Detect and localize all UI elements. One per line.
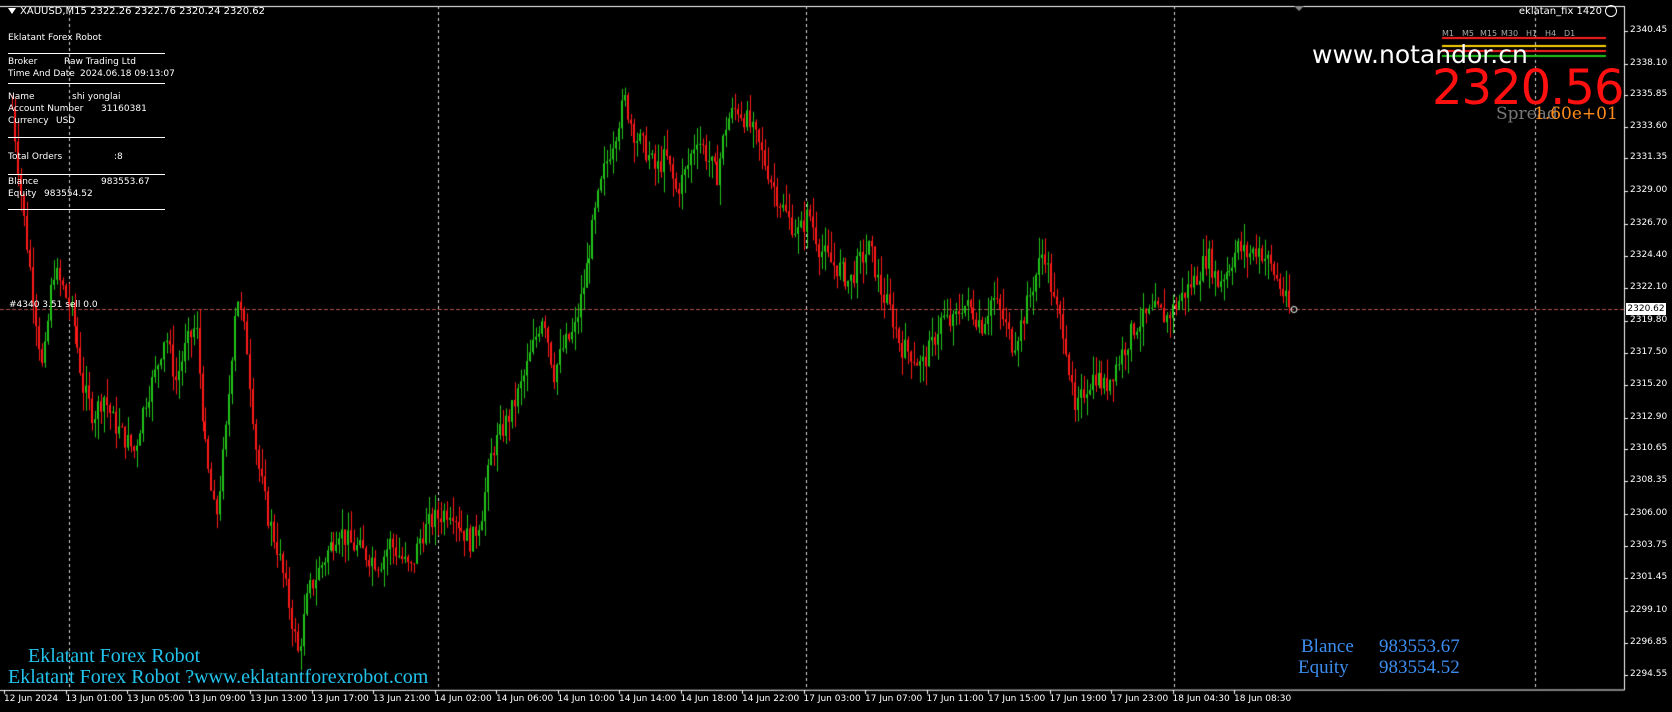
x-tick-label: 13 Jun 17:00 [311,694,369,704]
currency-label: Currency [8,116,49,126]
x-tick-label: 14 Jun 22:00 [742,694,800,704]
current-price-tag: 2320.62 [1626,303,1666,316]
tf-label: M30 [1501,29,1519,38]
account-label: Account Number [8,104,84,114]
x-tick-label: 14 Jun 14:00 [619,694,677,704]
x-tick-label: 14 Jun 18:00 [680,694,738,704]
x-tick-label: 12 Jun 2024 [4,694,59,704]
candlestick-chart-canvas[interactable] [0,0,1672,712]
bottom-equity-label: Equity [1298,657,1349,678]
balance-value: 983553.67 [101,177,150,187]
tf-label: M5 [1462,29,1474,38]
y-tick-label: 2326.70 [1630,217,1668,228]
x-tick-label: 18 Jun 04:30 [1172,694,1230,704]
name-value: shi yonglai [72,92,121,102]
balance-label: Blance [8,177,39,187]
x-tick-label: 13 Jun 21:00 [373,694,431,704]
expert-name: eklatan_fix 1420 [1518,6,1602,17]
time-value: 2024.06.18 09:13:07 [80,69,175,79]
panel-divider [8,209,165,210]
x-tick-label: 18 Jun 08:30 [1234,694,1292,704]
x-tick-label: 13 Jun 01:00 [65,694,123,704]
y-tick-label: 2315.20 [1630,379,1668,390]
panel-divider [8,174,165,175]
y-tick-label: 2294.55 [1630,669,1668,680]
panel-title: Eklatant Forex Robot [8,33,102,43]
tf-label: H4 [1545,29,1557,38]
x-tick-label: 17 Jun 11:00 [926,694,984,704]
y-tick-label: 2301.45 [1630,572,1668,583]
account-value: 31160381 [101,104,147,114]
y-tick-label: 2333.60 [1630,120,1668,131]
panel-divider [8,137,165,138]
panel-divider [8,83,165,84]
brand-title: Eklatant Forex Robot [28,645,201,667]
bottom-balance-value: 983553.67 [1379,636,1460,657]
name-label: Name [8,92,35,102]
bottom-balance-label: Blance [1301,636,1354,657]
y-tick-label: 2335.85 [1630,89,1668,100]
y-tick-label: 2296.85 [1630,636,1668,647]
x-tick-label: 14 Jun 02:00 [434,694,492,704]
current-price: 2320.62 [1627,304,1665,315]
broker-value: Raw Trading Ltd [64,57,136,67]
y-tick-label: 2303.75 [1630,540,1668,551]
expert-advisor-label[interactable]: eklatan_fix 1420 [1519,5,1617,17]
y-tick-label: 2322.10 [1630,282,1668,293]
x-tick-label: 13 Jun 05:00 [127,694,185,704]
x-tick-label: 14 Jun 10:00 [557,694,615,704]
tf-label: D1 [1564,29,1576,38]
broker-label: Broker [8,57,38,67]
panel-divider [8,53,165,54]
orders-label: Total Orders [8,152,63,162]
x-tick-label: 17 Jun 15:00 [988,694,1046,704]
bottom-equity-value: 983554.52 [1379,657,1460,678]
tf-label: M1 [1442,29,1454,38]
y-tick-label: 2317.50 [1630,346,1668,357]
equity-label: Equity [8,189,37,199]
y-tick-label: 2329.00 [1630,185,1668,196]
y-tick-label: 2340.45 [1630,24,1668,35]
x-tick-label: 17 Jun 07:00 [865,694,923,704]
y-tick-label: 2312.90 [1630,411,1668,422]
symbol-header: XAUUSD,M15 2322.26 2322.76 2320.24 2320.… [8,6,265,17]
y-tick-label: 2324.40 [1630,250,1668,260]
y-tick-label: 2338.10 [1630,57,1668,68]
x-tick-label: 14 Jun 06:00 [496,694,554,704]
brand-url: Eklatant Forex Robot ?www.eklatantforexr… [8,666,429,688]
y-tick-label: 2308.35 [1630,475,1668,486]
y-tick-label: 2299.10 [1630,605,1668,616]
time-label: Time And Date [8,69,75,79]
tf-label: H1 [1526,29,1538,38]
x-tick-label: 17 Jun 19:00 [1049,694,1107,704]
x-tick-label: 17 Jun 03:00 [803,694,861,704]
y-tick-label: 2319.80 [1630,314,1668,325]
orders-value: :8 [114,152,123,162]
currency-value: USD [56,116,76,126]
equity-value: 983554.52 [44,189,93,199]
symbol-info: XAUUSD,M15 2322.26 2322.76 2320.24 2320.… [20,6,266,17]
tf-label: M15 [1480,29,1498,38]
chevron-down-icon[interactable] [8,8,16,14]
x-tick-label: 13 Jun 13:00 [250,694,308,704]
x-tick-label: 13 Jun 09:00 [188,694,246,704]
y-tick-label: 2310.65 [1630,443,1668,454]
order-line-label[interactable]: #4340 3.51 sell 0.0 [9,300,98,310]
y-tick-label: 2331.35 [1630,152,1668,163]
smiley-icon [1605,5,1617,17]
spread-value: 1.60e+01 [1534,104,1618,124]
x-tick-label: 17 Jun 23:00 [1111,694,1169,704]
y-tick-label: 2306.00 [1630,508,1668,519]
